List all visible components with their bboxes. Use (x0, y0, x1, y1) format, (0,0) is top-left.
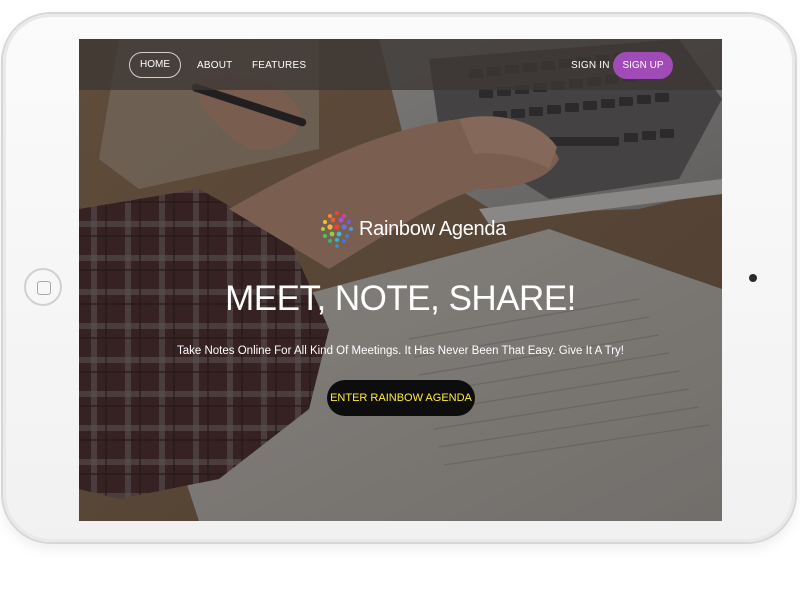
nav-signup-button[interactable]: SIGN UP (613, 52, 673, 79)
nav-features-link[interactable]: FEATURES (252, 60, 306, 71)
nav-signin-link[interactable]: SIGN IN (571, 60, 610, 71)
hero-headline: MEET, NOTE, SHARE! (225, 279, 576, 318)
rainbow-dots-logo-icon (321, 210, 353, 248)
camera-icon (749, 274, 757, 282)
enter-rainbow-agenda-button[interactable]: ENTER RAINBOW AGENDA (327, 380, 475, 416)
brand-logo-block: Rainbow Agenda (319, 207, 506, 251)
hero-tagline: Take Notes Online For All Kind Of Meetin… (177, 345, 624, 357)
top-navbar: HOME ABOUT FEATURES SIGN IN SIGN UP (79, 39, 722, 90)
nav-about-link[interactable]: ABOUT (197, 60, 232, 71)
home-button-icon[interactable] (24, 268, 62, 306)
brand-name: Rainbow Agenda (359, 218, 507, 240)
tablet-screen: HOME ABOUT FEATURES SIGN IN SIGN UP Rain… (79, 39, 722, 521)
nav-home-link[interactable]: HOME (129, 52, 181, 78)
